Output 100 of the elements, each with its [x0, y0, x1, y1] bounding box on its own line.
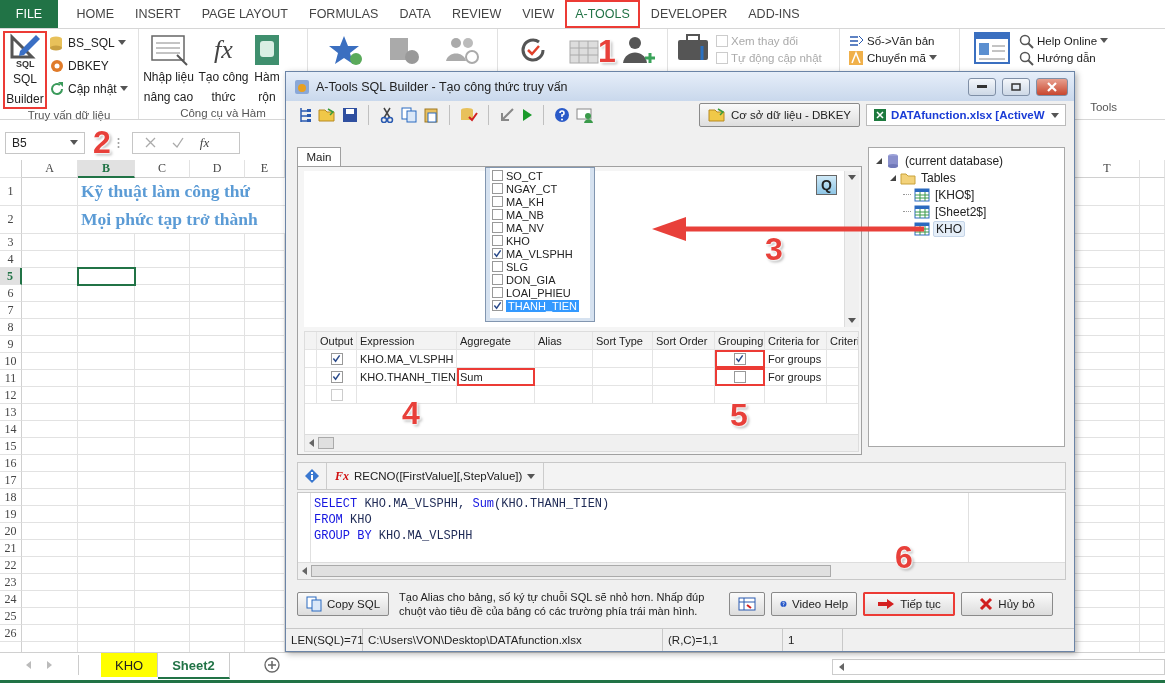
- sheet-cell[interactable]: [1140, 206, 1165, 234]
- tree-item[interactable]: Tables: [919, 170, 958, 185]
- row-header[interactable]: 11: [0, 370, 22, 387]
- checkbox[interactable]: [492, 248, 503, 259]
- sheet-cell[interactable]: [22, 387, 78, 404]
- ribbon-button[interactable]: Chuyển mã: [867, 51, 926, 64]
- ribbon-button[interactable]: fx Tạo công thức: [197, 31, 250, 107]
- sheet-cell[interactable]: [1140, 557, 1165, 574]
- tree-item[interactable]: [Sheet2$]: [933, 204, 989, 219]
- sheet-cell[interactable]: [190, 353, 245, 370]
- sheet-cell[interactable]: [190, 472, 245, 489]
- grid-cell[interactable]: [457, 386, 535, 404]
- field-name[interactable]: MA_KH: [506, 195, 544, 208]
- sheet-cell[interactable]: [190, 387, 245, 404]
- sheet-cell[interactable]: [135, 251, 190, 268]
- sheet-cell[interactable]: [78, 506, 135, 523]
- column-header[interactable]: D: [190, 160, 245, 178]
- field-name[interactable]: MA_VLSPHH: [506, 247, 573, 260]
- sheet-cell[interactable]: [1140, 608, 1165, 625]
- scroll-thumb[interactable]: [318, 437, 334, 449]
- sheet-cell[interactable]: [22, 319, 78, 336]
- sheet-cell[interactable]: [135, 540, 190, 557]
- scissors-icon[interactable]: [379, 107, 395, 123]
- expanded-triangle-icon[interactable]: [889, 173, 897, 182]
- field-name[interactable]: MA_NB: [506, 208, 544, 221]
- sheet-cell[interactable]: [22, 608, 78, 625]
- ribbon-tab[interactable]: FORMULAS: [298, 0, 389, 28]
- row-header[interactable]: 13: [0, 404, 22, 421]
- sheet-cell[interactable]: [1140, 540, 1165, 557]
- sheet-cell[interactable]: [78, 302, 135, 319]
- sheet-cell[interactable]: [135, 591, 190, 608]
- grid-cell[interactable]: Sum: [457, 368, 535, 386]
- checkbox[interactable]: [492, 287, 503, 298]
- ribbon-tab[interactable]: INSERT: [124, 0, 192, 28]
- ribbon-tab[interactable]: A-TOOLS: [564, 0, 641, 28]
- sheet-cell[interactable]: [135, 353, 190, 370]
- sheet-cell[interactable]: [1140, 421, 1165, 438]
- checkbox[interactable]: [492, 183, 503, 194]
- sheet-cell[interactable]: [1140, 489, 1165, 506]
- tree-structure-icon[interactable]: [298, 107, 312, 123]
- sheet-cell[interactable]: [135, 438, 190, 455]
- row-indicator[interactable]: [305, 350, 317, 368]
- ribbon-tab[interactable]: REVIEW: [441, 0, 512, 28]
- star-play-icon[interactable]: [328, 35, 364, 65]
- sheet-cell[interactable]: [135, 319, 190, 336]
- sheet-cell[interactable]: [1140, 455, 1165, 472]
- check-icon[interactable]: [171, 137, 184, 148]
- field-name[interactable]: MA_NV: [506, 221, 544, 234]
- checkbox[interactable]: [492, 170, 503, 181]
- field-name[interactable]: KHO: [506, 234, 530, 247]
- maximize-button[interactable]: [1002, 77, 1030, 96]
- ribbon-button[interactable]: Help Online: [1037, 34, 1098, 47]
- minimize-button[interactable]: [968, 77, 996, 96]
- sheet-cell[interactable]: [78, 387, 135, 404]
- sheet-cell[interactable]: [22, 178, 78, 206]
- sheet-cell[interactable]: [22, 591, 78, 608]
- query-button[interactable]: Q: [816, 175, 837, 195]
- scroll-left-icon[interactable]: [839, 663, 844, 671]
- database-button[interactable]: Cơ sở dữ liệu - DBKEY: [699, 103, 860, 127]
- sheet-cell[interactable]: [1140, 353, 1165, 370]
- sheet-cell[interactable]: [22, 404, 78, 421]
- ribbon-tab[interactable]: VIEW: [511, 0, 565, 28]
- ribbon-button[interactable]: Nhập liệu nâng cao: [142, 31, 195, 107]
- row-header[interactable]: 23: [0, 574, 22, 591]
- person-chart-icon[interactable]: [576, 107, 594, 123]
- help-icon[interactable]: [554, 107, 570, 123]
- checkbox[interactable]: [492, 222, 503, 233]
- profile-card-icon[interactable]: [974, 32, 1010, 64]
- checkbox[interactable]: [492, 235, 503, 246]
- column-header[interactable]: Expression: [357, 332, 457, 350]
- insert-function-button[interactable]: fx: [199, 134, 210, 151]
- sheet-cell[interactable]: [78, 625, 135, 642]
- ribbon-button[interactable]: Hướng dẫn: [1037, 51, 1096, 64]
- checkbox[interactable]: [492, 196, 503, 207]
- ribbon-button[interactable]: BS_SQL: [68, 35, 115, 50]
- field-name[interactable]: SO_CT: [506, 169, 543, 182]
- sheet-cell[interactable]: [78, 421, 135, 438]
- sheet-cell[interactable]: [1140, 234, 1165, 251]
- sheet-cell[interactable]: [190, 285, 245, 302]
- sheet-cell[interactable]: [22, 506, 78, 523]
- sheet-tab[interactable]: KHO: [101, 653, 159, 677]
- play-icon[interactable]: [521, 107, 533, 123]
- sheet-cell[interactable]: [22, 353, 78, 370]
- sheet-cell[interactable]: [1140, 370, 1165, 387]
- sheet-cell[interactable]: [78, 472, 135, 489]
- sheet-cell[interactable]: [190, 574, 245, 591]
- sheet-cell[interactable]: [22, 523, 78, 540]
- column-header[interactable]: Grouping: [715, 332, 765, 350]
- continue-button[interactable]: Tiếp tục: [863, 592, 956, 616]
- sheet-cell[interactable]: [135, 625, 190, 642]
- row-header[interactable]: 22: [0, 557, 22, 574]
- cancel-icon[interactable]: [144, 137, 156, 148]
- sheet-cell[interactable]: [78, 523, 135, 540]
- sheet-cell[interactable]: [22, 438, 78, 455]
- user-add-icon[interactable]: [620, 35, 656, 65]
- sheet-cell[interactable]: [190, 455, 245, 472]
- sheet-cell[interactable]: [190, 523, 245, 540]
- sheet-cell[interactable]: [22, 574, 78, 591]
- ribbon-tab[interactable]: PAGE LAYOUT: [191, 0, 299, 28]
- checkbox[interactable]: [492, 300, 503, 311]
